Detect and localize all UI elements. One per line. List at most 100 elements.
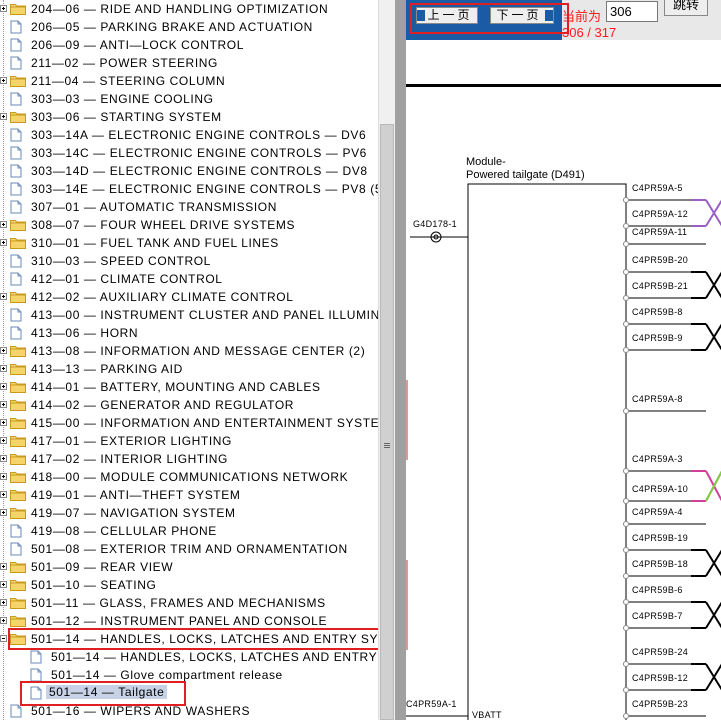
tree-item[interactable]: 417—02 — INTERIOR LIGHTING (0, 450, 378, 468)
expand-icon[interactable] (0, 401, 7, 408)
tree-item[interactable]: 413—06 — HORN (0, 324, 378, 342)
tree-item[interactable]: 303—06 — STARTING SYSTEM (0, 108, 378, 126)
section-highlight-box (8, 628, 378, 650)
tree-item[interactable]: 419—07 — NAVIGATION SYSTEM (0, 504, 378, 522)
expand-icon[interactable] (0, 491, 7, 498)
bottom-connector-label: C4PR59A-1 (406, 699, 457, 709)
tree-item-label: 501—09 — REAR VIEW (31, 560, 174, 574)
expand-icon[interactable] (0, 617, 7, 624)
folder-icon (10, 615, 26, 627)
document-icon (10, 524, 22, 538)
tree-item-label: 419—07 — NAVIGATION SYSTEM (31, 506, 236, 520)
expand-icon[interactable] (0, 365, 7, 372)
pane-divider[interactable] (395, 0, 406, 720)
tree-item-label: 501—12 — INSTRUMENT PANEL AND CONSOLE (31, 614, 328, 628)
connector-label: C4PR59A-5 (632, 183, 683, 193)
tree-item-label: 303—14E — ELECTRONIC ENGINE CONTROLS — P… (31, 182, 378, 196)
tree-item[interactable]: 303—03 — ENGINE COOLING (0, 90, 378, 108)
expand-icon[interactable] (0, 599, 7, 606)
expand-icon[interactable] (0, 221, 7, 228)
tree-item[interactable]: 418—00 — MODULE COMMUNICATIONS NETWORK (0, 468, 378, 486)
tree-item[interactable]: 211—02 — POWER STEERING (0, 54, 378, 72)
tree-item[interactable]: 413—00 — INSTRUMENT CLUSTER AND PANEL IL… (0, 306, 378, 324)
tree-item[interactable]: 204—06 — RIDE AND HANDLING OPTIMIZATION (0, 0, 378, 18)
connector-label: C4PR59B-6 (632, 585, 683, 595)
tree-child-item[interactable]: 501—14 — HANDLES, LOCKS, LATCHES AND ENT… (0, 648, 378, 666)
collapse-icon[interactable] (0, 635, 7, 642)
folder-icon (10, 291, 26, 303)
tree-item[interactable]: 413—13 — PARKING AID (0, 360, 378, 378)
tree-item-label: 303—14C — ELECTRONIC ENGINE CONTROLS — P… (31, 146, 367, 160)
expand-icon[interactable] (0, 239, 7, 246)
expand-icon[interactable] (0, 293, 7, 300)
tree-item-label: 414—02 — GENERATOR AND REGULATOR (31, 398, 295, 412)
document-icon (10, 92, 22, 106)
tree-item[interactable]: 501—08 — EXTERIOR TRIM AND ORNAMENTATION (0, 540, 378, 558)
tree-item[interactable]: 412—01 — CLIMATE CONTROL (0, 270, 378, 288)
tree-item[interactable]: 501—10 — SEATING (0, 576, 378, 594)
expand-icon[interactable] (0, 347, 7, 354)
folder-icon (10, 3, 26, 15)
tree-item[interactable]: 415—00 — INFORMATION AND ENTERTAINMENT S… (0, 414, 378, 432)
folder-icon (10, 579, 26, 591)
tree-item[interactable]: 414—01 — BATTERY, MOUNTING AND CABLES (0, 378, 378, 396)
tree-item[interactable]: 414—02 — GENERATOR AND REGULATOR (0, 396, 378, 414)
tree-item[interactable]: 206—09 — ANTI—LOCK CONTROL (0, 36, 378, 54)
expand-icon[interactable] (0, 563, 7, 570)
tree-item[interactable]: 501—09 — REAR VIEW (0, 558, 378, 576)
tree-item[interactable]: 412—02 — AUXILIARY CLIMATE CONTROL (0, 288, 378, 306)
folder-icon (10, 363, 26, 375)
tree-item[interactable]: 307—01 — AUTOMATIC TRANSMISSION (0, 198, 378, 216)
tree-item[interactable]: 308—07 — FOUR WHEEL DRIVE SYSTEMS (0, 216, 378, 234)
tree-item[interactable]: 419—08 — CELLULAR PHONE (0, 522, 378, 540)
scrollbar-thumb[interactable] (380, 124, 394, 720)
tree-item[interactable]: 303—14A — ELECTRONIC ENGINE CONTROLS — D… (0, 126, 378, 144)
tree-item[interactable]: 501—11 — GLASS, FRAMES AND MECHANISMS (0, 594, 378, 612)
document-icon (10, 308, 22, 322)
tree-item[interactable]: 303—14D — ELECTRONIC ENGINE CONTROLS — D… (0, 162, 378, 180)
folder-icon (10, 507, 26, 519)
expand-icon[interactable] (0, 509, 7, 516)
tree-item-label: 303—14D — ELECTRONIC ENGINE CONTROLS — D… (31, 164, 368, 178)
expand-icon[interactable] (0, 77, 7, 84)
tree-item-label: 501—14 — Glove compartment release (51, 668, 283, 682)
folder-icon (10, 453, 26, 465)
document-icon (30, 650, 42, 664)
tree-item-label: 501—11 — GLASS, FRAMES AND MECHANISMS (31, 596, 326, 610)
expand-icon[interactable] (0, 419, 7, 426)
connector-label: C4PR59A-3 (632, 454, 683, 464)
connector-label: C4PR59B-8 (632, 307, 683, 317)
expand-icon[interactable] (0, 437, 7, 444)
connector-label: C4PR59A-4 (632, 507, 683, 517)
section-tree: 204—06 — RIDE AND HANDLING OPTIMIZATION 2… (0, 0, 378, 720)
vbatt-pin-label: VBATT (472, 710, 502, 720)
tree-item[interactable]: 303—14E — ELECTRONIC ENGINE CONTROLS — P… (0, 180, 378, 198)
connector-label: C4PR59A-8 (632, 394, 683, 404)
expand-icon[interactable] (0, 5, 7, 12)
tree-item-label: 418—00 — MODULE COMMUNICATIONS NETWORK (31, 470, 349, 484)
expand-icon[interactable] (0, 383, 7, 390)
tree-item-label: 303—06 — STARTING SYSTEM (31, 110, 222, 124)
document-icon (10, 542, 22, 556)
expand-icon[interactable] (0, 455, 7, 462)
folder-icon (10, 237, 26, 249)
tree-item[interactable]: 417—01 — EXTERIOR LIGHTING (0, 432, 378, 450)
document-icon (30, 668, 42, 682)
tree-item[interactable]: 303—14C — ELECTRONIC ENGINE CONTROLS — P… (0, 144, 378, 162)
tree-item[interactable]: 310—03 — SPEED CONTROL (0, 252, 378, 270)
tree-item-label: 303—03 — ENGINE COOLING (31, 92, 214, 106)
expand-icon[interactable] (0, 581, 7, 588)
tree-scrollbar[interactable] (378, 0, 395, 720)
expand-icon[interactable] (0, 473, 7, 480)
tree-item[interactable]: 206—05 — PARKING BRAKE AND ACTUATION (0, 18, 378, 36)
tree-item[interactable]: 413—08 — INFORMATION AND MESSAGE CENTER … (0, 342, 378, 360)
folder-icon (10, 597, 26, 609)
tree-item-label: 501—16 — WIPERS AND WASHERS (31, 704, 251, 718)
tree-item-label: 310—01 — FUEL TANK AND FUEL LINES (31, 236, 279, 250)
expand-icon[interactable] (0, 113, 7, 120)
connector-label: C4PR59A-12 (632, 209, 689, 219)
tree-item[interactable]: 310—01 — FUEL TANK AND FUEL LINES (0, 234, 378, 252)
tree-item[interactable]: 419—01 — ANTI—THEFT SYSTEM (0, 486, 378, 504)
tree-item[interactable]: 211—04 — STEERING COLUMN (0, 72, 378, 90)
folder-icon (10, 435, 26, 447)
